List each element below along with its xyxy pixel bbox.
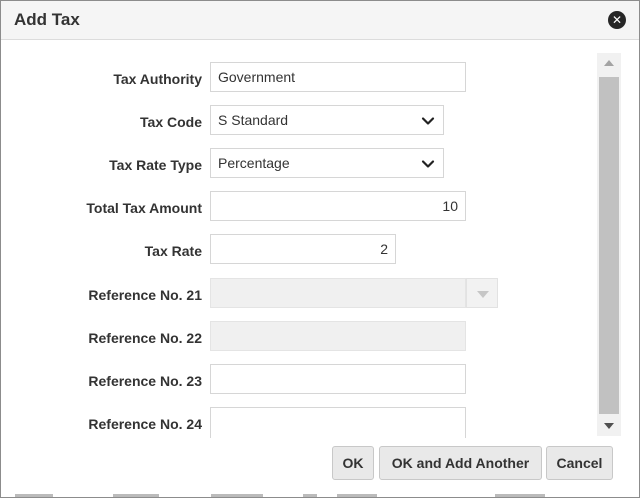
dialog-title-bar: Add Tax ✕ [1, 1, 639, 40]
scroll-down-arrow-icon[interactable] [597, 416, 621, 436]
chevron-down-icon [421, 160, 435, 168]
reference-22-input [210, 321, 466, 351]
add-tax-dialog: Add Tax ✕ Tax Authority Government Tax C… [0, 0, 640, 498]
reference-21-select [210, 278, 466, 308]
dialog-footer: OK OK and Add Another Cancel [1, 438, 639, 497]
tax-code-label: Tax Code [140, 114, 202, 130]
dialog-title: Add Tax [14, 10, 80, 29]
tax-rate-input[interactable]: 2 [210, 234, 396, 264]
vertical-scrollbar[interactable] [597, 53, 621, 436]
tax-rate-type-value: Percentage [218, 155, 290, 171]
total-tax-amount-label: Total Tax Amount [86, 200, 202, 216]
ok-and-add-another-button[interactable]: OK and Add Another [379, 446, 542, 480]
ok-button[interactable]: OK [332, 446, 374, 480]
tax-rate-label: Tax Rate [144, 243, 202, 259]
reference-23-label: Reference No. 23 [88, 373, 202, 389]
tax-code-select[interactable]: S Standard [210, 105, 444, 135]
chevron-down-icon [421, 117, 435, 125]
tax-authority-input[interactable]: Government [210, 62, 466, 92]
reference-21-label: Reference No. 21 [88, 287, 202, 303]
tax-rate-type-label: Tax Rate Type [109, 157, 202, 173]
tax-rate-type-select[interactable]: Percentage [210, 148, 444, 178]
tax-authority-label: Tax Authority [113, 71, 202, 87]
reference-24-input[interactable] [210, 407, 466, 438]
scrollbar-thumb[interactable] [599, 77, 619, 414]
total-tax-amount-input[interactable]: 10 [210, 191, 466, 221]
scroll-up-arrow-icon[interactable] [597, 53, 621, 73]
background-page-bleed [1, 494, 639, 497]
reference-23-input[interactable] [210, 364, 466, 394]
reference-24-label: Reference No. 24 [88, 416, 202, 432]
close-icon[interactable]: ✕ [608, 11, 626, 29]
cancel-button[interactable]: Cancel [546, 446, 613, 480]
reference-21-dropdown-arrow-icon [466, 278, 498, 308]
tax-code-value: S Standard [218, 112, 289, 128]
dialog-content: Tax Authority Government Tax Code S Stan… [1, 40, 639, 438]
reference-22-label: Reference No. 22 [88, 330, 202, 346]
